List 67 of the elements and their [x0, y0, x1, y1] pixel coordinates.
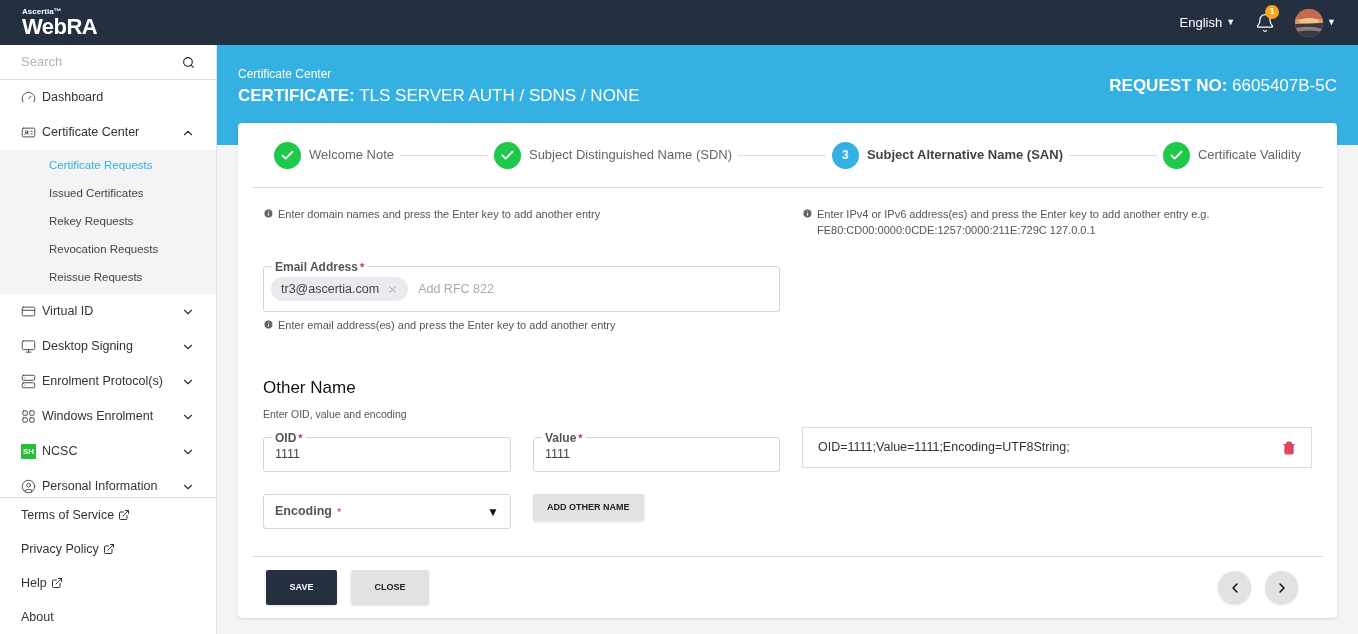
- submenu-item[interactable]: Rekey Requests: [0, 208, 216, 236]
- user-menu[interactable]: ▼: [1295, 8, 1336, 37]
- footer-link[interactable]: About: [0, 600, 216, 634]
- user-icon: [21, 479, 36, 494]
- external-link-icon: [102, 543, 115, 555]
- footer-link[interactable]: Privacy Policy: [0, 532, 216, 566]
- remove-icon[interactable]: [387, 283, 399, 295]
- required-mark: *: [336, 504, 342, 520]
- nav-item[interactable]: Personal Information: [0, 469, 216, 497]
- section-title: Other Name: [263, 377, 357, 399]
- submenu-item[interactable]: Issued Certificates: [0, 180, 216, 208]
- search-field[interactable]: Search: [21, 52, 182, 72]
- nav-item[interactable]: SH NCSC: [0, 434, 216, 469]
- delete-icon[interactable]: [1282, 440, 1296, 455]
- step-label[interactable]: Subject Alternative Name (SAN): [866, 145, 1063, 165]
- bell-icon: [1255, 12, 1276, 33]
- logo: WebRA: [22, 15, 98, 38]
- badge-icon: SH: [21, 444, 36, 459]
- external-link-icon: [50, 577, 63, 589]
- step-label[interactable]: Welcome Note: [309, 145, 394, 165]
- external-link-icon: [118, 509, 131, 521]
- grid-icon: [21, 409, 36, 424]
- id-card-icon: [21, 125, 36, 140]
- previous-button[interactable]: [1218, 571, 1251, 604]
- breadcrumb: Certificate Center: [238, 66, 333, 83]
- gauge-icon: [21, 90, 36, 105]
- save-button[interactable]: SAVE: [266, 570, 337, 605]
- nav-item[interactable]: Certificate Center: [0, 115, 216, 150]
- info-icon: [263, 319, 274, 330]
- nav-item[interactable]: Virtual ID: [0, 294, 216, 329]
- section-subtitle: Enter OID, value and encoding: [263, 406, 408, 422]
- page-title: CERTIFICATE: TLS SERVER AUTH / SDNS / NONE: [238, 85, 640, 107]
- email-hint: Enter email address(es) and press the Enter key to add another entry: [278, 318, 616, 333]
- submenu-item[interactable]: Revocation Requests: [0, 236, 216, 264]
- step-number: 3: [831, 141, 859, 169]
- notification-count: 1: [1265, 4, 1280, 19]
- footer-link[interactable]: Terms of Service: [0, 498, 216, 532]
- card-icon: [21, 304, 36, 319]
- entry-text: OID=1111;Value=1111;Encoding=UTF8String;: [818, 439, 1070, 457]
- info-icon: [263, 208, 274, 219]
- value-input[interactable]: 1111: [545, 445, 768, 465]
- close-button[interactable]: CLOSE: [351, 570, 429, 605]
- ip-hint: Enter IPv4 or IPv6 address(es) and press the Enter key to add another entry e.g. FE80:CD00:0000:0CDE:1257:0000:211E:729C 127.0.0.1: [817, 207, 1211, 238]
- info-icon: [802, 208, 813, 219]
- submenu-item[interactable]: Reissue Requests: [0, 264, 216, 292]
- email-chip: tr3@ascertia.com: [271, 277, 409, 301]
- logo-caption: Ascertia™: [22, 7, 63, 16]
- step-label[interactable]: Certificate Validity: [1197, 145, 1301, 165]
- server-icon: [21, 374, 36, 389]
- next-button[interactable]: [1265, 571, 1298, 604]
- add-other-name-button[interactable]: ADD OTHER NAME: [533, 494, 644, 522]
- step-label[interactable]: Subject Distinguished Name (SDN): [528, 145, 732, 165]
- email-input[interactable]: Add RFC 822: [418, 279, 580, 299]
- footer-link[interactable]: Help: [0, 566, 216, 600]
- encoding-dropdown[interactable]: Encoding * ▼: [263, 494, 511, 530]
- dropdown-arrow: ▼: [487, 503, 499, 521]
- monitor-icon: [21, 339, 36, 354]
- domain-hint: Enter domain names and press the Enter key to add another entry: [278, 207, 601, 222]
- notifications-button[interactable]: [1255, 12, 1276, 33]
- request-number: REQUEST NO: 6605407B-5C: [1109, 75, 1337, 97]
- search-icon: [182, 55, 195, 69]
- oid-input[interactable]: 1111: [275, 445, 499, 465]
- nav-item[interactable]: Desktop Signing: [0, 329, 216, 364]
- nav-item[interactable]: Enrolment Protocol(s): [0, 364, 216, 399]
- nav-item[interactable]: Windows Enrolment: [0, 399, 216, 434]
- nav-item[interactable]: Dashboard: [0, 80, 216, 115]
- language-dropdown[interactable]: English ▼: [1179, 12, 1236, 33]
